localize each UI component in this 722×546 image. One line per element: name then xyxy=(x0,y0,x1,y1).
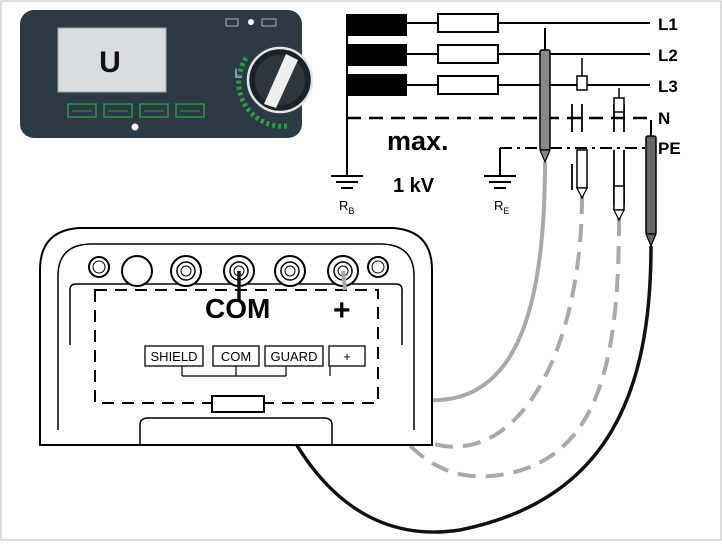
display-value: U xyxy=(99,46,121,79)
max-label: max. xyxy=(387,126,449,156)
screw-right xyxy=(367,256,389,278)
label-shield: SHIELD xyxy=(151,349,198,364)
label-l3: L3 xyxy=(658,77,678,96)
knob-glyph: L xyxy=(234,65,243,81)
panel-slot xyxy=(211,395,265,413)
label-com: COM xyxy=(221,349,251,364)
label-l1: L1 xyxy=(658,15,678,34)
terminal-labels: SHIELD COM GUARD + xyxy=(144,345,366,367)
fuse-l3 xyxy=(437,75,499,95)
label-n: N xyxy=(658,109,670,128)
socket-shield[interactable] xyxy=(121,255,153,287)
label-guard: GUARD xyxy=(271,349,318,364)
fuse-l2 xyxy=(437,44,499,64)
label-l2: L2 xyxy=(658,46,678,65)
screw-left xyxy=(88,256,110,278)
socket-guard[interactable] xyxy=(274,255,306,287)
plus-large-label: + xyxy=(333,294,351,327)
plug-plus xyxy=(341,270,347,291)
transformer-winding-1 xyxy=(347,14,407,36)
connection-diagram: U L L1 L2 L3 N PE max. 1 kV RB RE COM + … xyxy=(0,0,722,541)
transformer-winding-2 xyxy=(347,44,407,66)
socket-unused[interactable] xyxy=(170,255,202,287)
voltage-limit-label: 1 kV xyxy=(393,175,435,197)
label-pe: PE xyxy=(658,139,681,158)
label-plus: + xyxy=(343,349,351,364)
diagram-canvas: U L L1 L2 L3 N PE max. 1 kV RB RE COM + … xyxy=(0,0,722,541)
status-led xyxy=(131,123,139,131)
meter-instrument: U L xyxy=(20,10,314,138)
com-large-label: COM xyxy=(205,293,270,324)
fuse-l1 xyxy=(437,13,499,33)
probe-pe[interactable] xyxy=(645,120,657,248)
transformer-winding-3 xyxy=(347,74,407,96)
